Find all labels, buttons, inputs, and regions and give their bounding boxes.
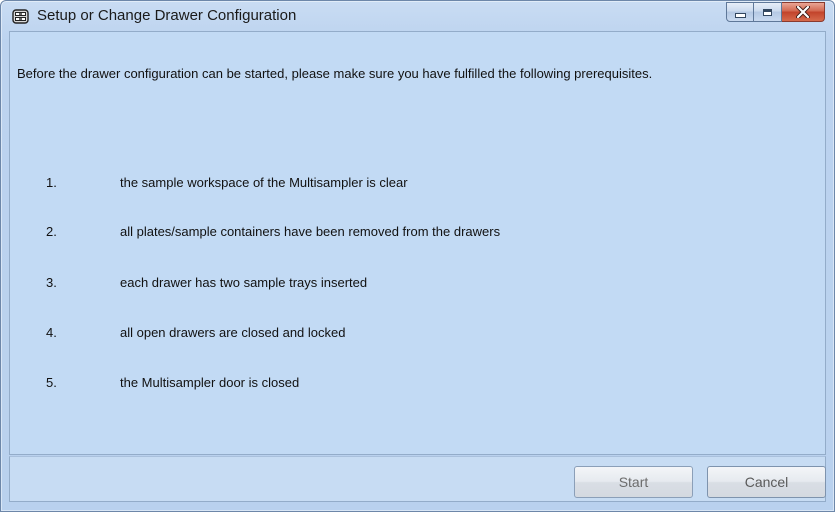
dialog-window: Setup or Change Drawer Configuration Bef… bbox=[0, 0, 835, 512]
window-title: Setup or Change Drawer Configuration bbox=[37, 7, 297, 24]
step-number: 2. bbox=[46, 224, 57, 239]
title-bar[interactable]: Setup or Change Drawer Configuration bbox=[1, 1, 834, 31]
list-item: 2. all plates/sample containers have bee… bbox=[1, 223, 721, 243]
close-icon bbox=[796, 6, 810, 18]
minimize-icon bbox=[734, 12, 746, 18]
start-button[interactable]: Start bbox=[574, 466, 693, 498]
list-item: 1. the sample workspace of the Multisamp… bbox=[1, 174, 721, 194]
maximize-button[interactable] bbox=[754, 2, 782, 22]
minimize-button[interactable] bbox=[726, 2, 754, 22]
intro-text: Before the drawer configuration can be s… bbox=[17, 66, 653, 81]
list-item: 4. all open drawers are closed and locke… bbox=[1, 324, 721, 344]
button-bar bbox=[9, 456, 826, 502]
step-text: all plates/sample containers have been r… bbox=[120, 224, 501, 239]
drawer-config-icon bbox=[12, 9, 29, 24]
step-text: each drawer has two sample trays inserte… bbox=[120, 275, 368, 290]
maximize-icon bbox=[763, 8, 772, 16]
step-text: the Multisampler door is closed bbox=[120, 375, 300, 390]
step-number: 4. bbox=[46, 325, 57, 340]
step-number: 3. bbox=[46, 275, 57, 290]
step-text: the sample workspace of the Multisampler… bbox=[120, 175, 408, 190]
step-text: all open drawers are closed and locked bbox=[120, 325, 346, 340]
list-item: 5. the Multisampler door is closed bbox=[1, 374, 721, 394]
list-item: 3. each drawer has two sample trays inse… bbox=[1, 274, 721, 294]
caption-buttons bbox=[726, 2, 825, 22]
close-button[interactable] bbox=[782, 2, 825, 22]
cancel-button[interactable]: Cancel bbox=[707, 466, 826, 498]
step-number: 5. bbox=[46, 375, 57, 390]
step-number: 1. bbox=[46, 175, 57, 190]
